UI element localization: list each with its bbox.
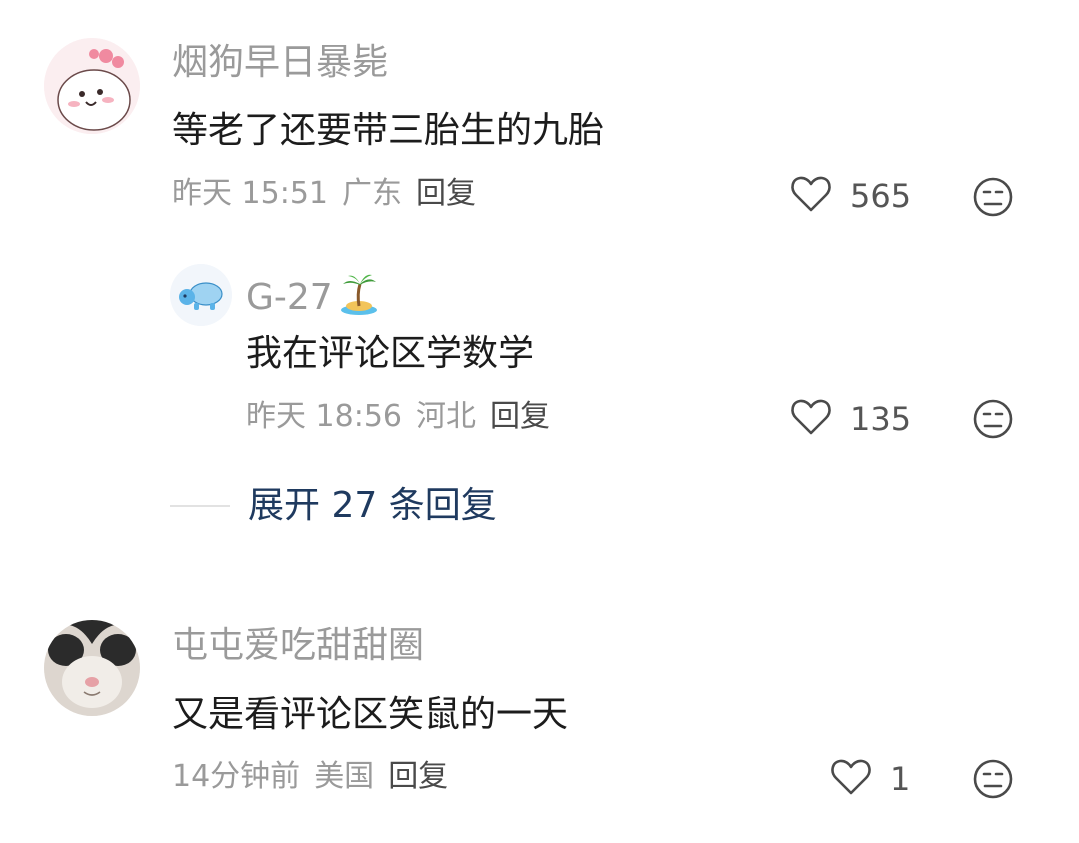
location: 河北	[416, 399, 476, 434]
unamused-face-icon	[972, 177, 1014, 222]
divider	[170, 505, 230, 507]
like-button[interactable]: 135	[790, 397, 911, 441]
location: 美国	[314, 759, 375, 794]
unamused-face-icon	[972, 759, 1014, 804]
island-emoji-icon	[339, 272, 379, 323]
comment-meta: 昨天 15:51 广东 回复	[172, 179, 490, 209]
reply-button[interactable]: 回复	[416, 176, 476, 211]
username[interactable]: 屯屯爱吃甜甜圈	[172, 628, 424, 664]
like-button[interactable]: 565	[790, 174, 911, 218]
expand-replies-button[interactable]: 展开 27 条回复	[170, 488, 497, 524]
avatar[interactable]	[44, 38, 140, 134]
comment-text[interactable]: 我在评论区学数学	[246, 336, 534, 372]
like-button[interactable]: 1	[830, 757, 910, 801]
username[interactable]: 烟狗早日暴毙	[172, 45, 388, 81]
dislike-button[interactable]	[972, 176, 1014, 222]
comment-meta: 昨天 18:56 河北 回复	[246, 402, 564, 432]
avatar[interactable]	[170, 264, 232, 326]
location: 广东	[342, 176, 402, 211]
like-count: 1	[890, 760, 911, 798]
username-text: G-27	[246, 276, 333, 318]
reply-button[interactable]: 回复	[388, 759, 448, 794]
comment-text[interactable]: 等老了还要带三胎生的九胎	[172, 113, 604, 149]
unamused-face-icon	[972, 399, 1014, 444]
avatar[interactable]	[44, 620, 140, 716]
like-count: 565	[850, 177, 912, 215]
dislike-button[interactable]	[972, 758, 1014, 804]
timestamp: 昨天 15:51	[172, 176, 328, 211]
timestamp: 14分钟前	[172, 759, 301, 794]
comment-meta: 14分钟前 美国 回复	[172, 762, 462, 792]
heart-outline-icon	[830, 757, 872, 801]
heart-outline-icon	[790, 397, 832, 441]
comment-text[interactable]: 又是看评论区笑鼠的一天	[172, 697, 568, 733]
heart-outline-icon	[790, 174, 832, 218]
expand-replies-label: 展开 27 条回复	[248, 485, 497, 526]
like-count: 135	[850, 400, 912, 438]
reply-button[interactable]: 回复	[490, 399, 550, 434]
username[interactable]: G-27	[246, 272, 379, 323]
dislike-button[interactable]	[972, 398, 1014, 444]
timestamp: 昨天 18:56	[246, 399, 402, 434]
